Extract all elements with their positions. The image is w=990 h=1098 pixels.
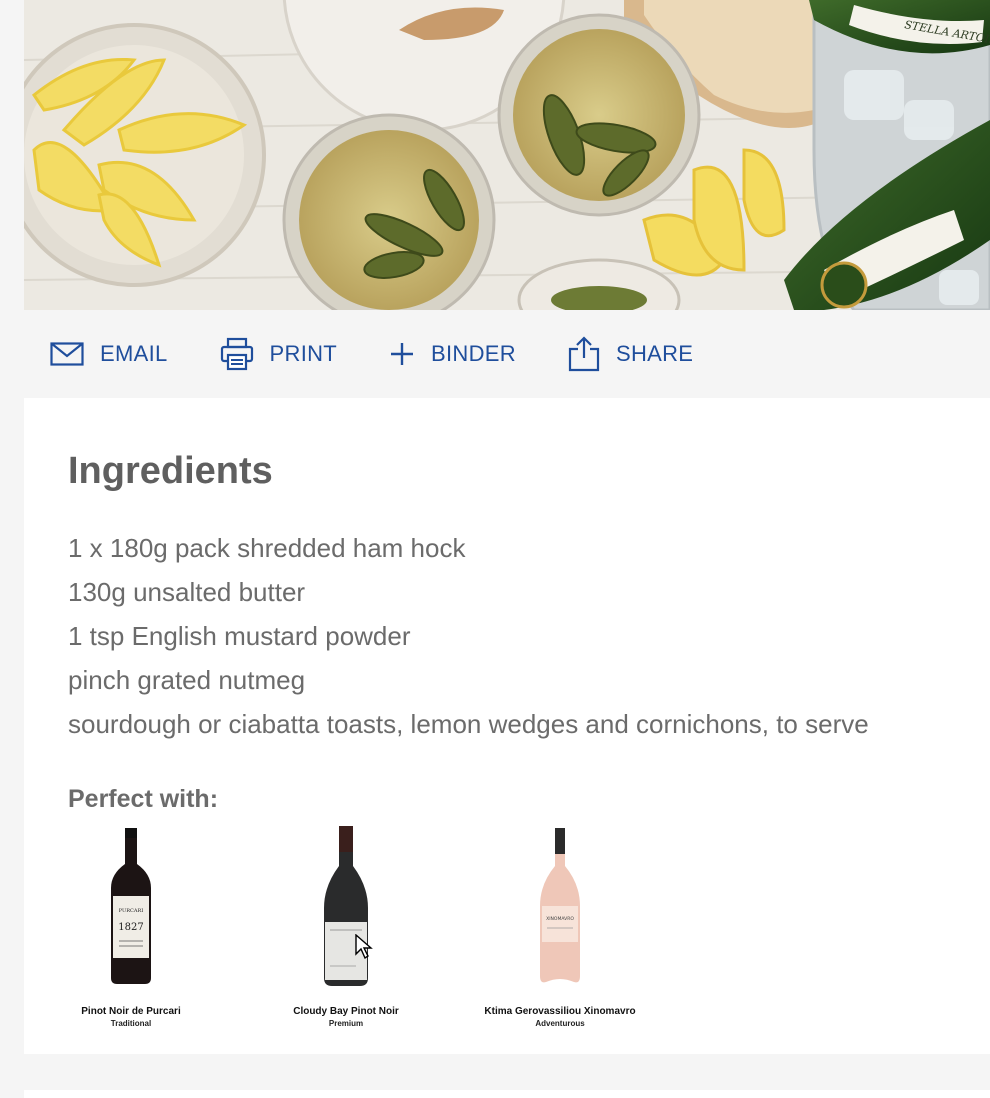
print-button[interactable]: PRINT — [220, 337, 338, 371]
plus-icon — [389, 341, 415, 367]
ingredient-item: 130g unsalted butter — [68, 577, 306, 607]
recipe-hero-image: STELLA ARTOIS — [24, 0, 990, 310]
ingredient-item: 1 tsp English mustard powder — [68, 621, 411, 651]
wine-name: Cloudy Bay Pinot Noir — [293, 1006, 399, 1017]
recipe-actions-bar: EMAIL PRINT BINDER SHARE — [24, 310, 990, 398]
ingredient-item: 1 x 180g pack shredded ham hock — [68, 533, 466, 563]
wine-card-cloudy-bay[interactable]: Cloudy Bay Pinot Noir Premium — [246, 826, 446, 1028]
wine-style-tag: Premium — [328, 1019, 364, 1028]
binder-label: BINDER — [431, 341, 516, 366]
add-to-binder-button[interactable]: BINDER — [389, 341, 516, 367]
email-label: EMAIL — [100, 341, 168, 366]
wine-bottle-image: XINOMAVRO — [540, 828, 580, 983]
next-section-card — [24, 1090, 990, 1098]
wine-card-purcari[interactable]: PURCARI 1827 Pinot Noir de Purcari Tradi… — [31, 826, 231, 1028]
ingredient-item: pinch grated nutmeg — [68, 665, 306, 695]
purcari-bottle-label: PURCARI — [119, 908, 143, 914]
mouse-cursor-icon — [355, 933, 373, 965]
xinomavro-bottle-label: XINOMAVRO — [546, 916, 574, 922]
hero-food-illustration: STELLA ARTOIS — [24, 0, 990, 310]
wine-style-tag: Adventurous — [535, 1019, 585, 1028]
ingredient-item: sourdough or ciabatta toasts, lemon wedg… — [68, 709, 869, 739]
envelope-icon — [50, 342, 84, 366]
wine-pairing-heading: Perfect with: — [68, 785, 219, 813]
printer-icon — [220, 337, 254, 371]
wine-card-xinomavro[interactable]: XINOMAVRO Ktima Gerovassiliou Xinomavro … — [460, 826, 660, 1028]
wine-name: Pinot Noir de Purcari — [81, 1006, 181, 1017]
share-button[interactable]: SHARE — [568, 336, 693, 372]
ingredients-card: Ingredients 1 x 180g pack shredded ham h… — [24, 398, 990, 1054]
ingredients-heading: Ingredients — [68, 450, 273, 492]
wine-name: Ktima Gerovassiliou Xinomavro — [484, 1006, 636, 1017]
share-label: SHARE — [615, 341, 694, 366]
wine-bottle-image: PURCARI 1827 — [111, 828, 151, 984]
wine-style-tag: Traditional — [110, 1019, 152, 1028]
email-button[interactable]: EMAIL — [50, 341, 168, 367]
print-label: PRINT — [269, 341, 338, 366]
ingredients-list: 1 x 180g pack shredded ham hock 130g uns… — [68, 526, 869, 746]
share-icon — [568, 336, 600, 372]
purcari-bottle-year: 1827 — [118, 922, 143, 933]
